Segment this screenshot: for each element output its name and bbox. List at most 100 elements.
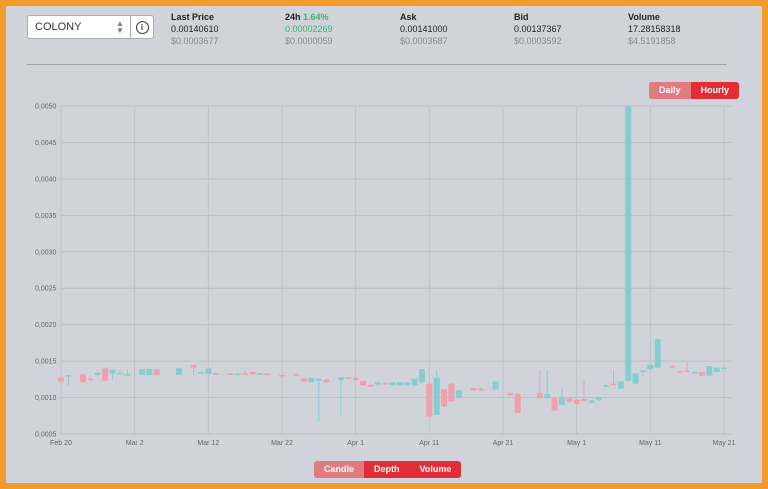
x-tick-label: Mar 2 xyxy=(126,440,144,447)
x-tick-label: Feb 20 xyxy=(50,440,72,447)
candle-body xyxy=(308,377,315,383)
candle-body xyxy=(249,372,256,375)
candle-body xyxy=(102,368,109,381)
y-tick-label: 0,0005 xyxy=(35,432,57,439)
candle-body xyxy=(588,400,595,403)
candle-body xyxy=(153,369,160,375)
candle-body xyxy=(109,369,116,374)
candle-body xyxy=(470,388,477,391)
volume-button[interactable]: Volume xyxy=(409,461,462,478)
candle-body xyxy=(197,372,204,374)
candle-body xyxy=(441,389,448,407)
view-toggle: Candle Depth Volume xyxy=(314,461,462,478)
candle-body xyxy=(514,393,521,413)
y-tick-label: 0,0030 xyxy=(35,249,57,256)
x-tick-label: Mar 22 xyxy=(271,440,293,447)
price-chart: 0,0050 0,0045 0,0040 0,0035 0,0030 0,0025 0,00… xyxy=(35,104,736,448)
candle-body xyxy=(610,383,617,386)
candle-body xyxy=(639,370,646,373)
candle-body xyxy=(323,379,330,383)
candle-body xyxy=(507,393,514,396)
candle-body xyxy=(558,397,565,405)
candle-body xyxy=(477,388,484,391)
candle-body xyxy=(404,382,411,386)
candle-body xyxy=(669,366,676,368)
candle-body xyxy=(256,373,263,376)
candle-body xyxy=(684,370,691,373)
candle-body xyxy=(293,374,300,376)
candle-body xyxy=(551,398,558,411)
candle-body xyxy=(175,368,182,375)
candle-body xyxy=(234,373,241,376)
candle-body xyxy=(581,399,588,402)
candle-body xyxy=(706,366,713,374)
candle-body xyxy=(433,377,440,416)
x-tick-label: Apr 21 xyxy=(493,440,514,447)
candle-body xyxy=(301,378,308,382)
candle-body xyxy=(58,377,64,382)
candle-body xyxy=(625,106,632,381)
y-tick-label: 0,0025 xyxy=(35,286,57,293)
candle-body xyxy=(492,381,499,390)
candle-body xyxy=(389,382,396,386)
candle-body xyxy=(205,368,212,375)
candle-body xyxy=(279,374,285,377)
candle-body xyxy=(566,398,573,402)
candle-body xyxy=(448,383,455,402)
candle-body xyxy=(367,385,374,387)
candle-body xyxy=(352,377,359,381)
candle-body xyxy=(721,367,727,370)
candle-body xyxy=(65,374,72,377)
y-tick-label: 0,0050 xyxy=(35,104,57,111)
y-tick-label: 0,0040 xyxy=(35,176,57,183)
candle-body xyxy=(603,385,610,387)
candle-button[interactable]: Candle xyxy=(314,461,365,478)
candle-body xyxy=(418,369,425,383)
y-tick-label: 0,0015 xyxy=(35,359,57,366)
candle-body xyxy=(654,339,661,368)
candle-body xyxy=(544,393,551,399)
candle-body xyxy=(455,390,462,398)
candle-body xyxy=(382,382,389,385)
candle-body xyxy=(94,372,101,375)
candle-body xyxy=(146,369,153,375)
candle-body xyxy=(536,393,543,399)
y-tick-label: 0,0035 xyxy=(35,213,57,220)
candle-body xyxy=(595,397,602,400)
candle-body xyxy=(264,373,271,376)
candle-body xyxy=(190,364,197,368)
candle-body xyxy=(573,399,580,405)
candle-body xyxy=(80,374,87,383)
candle-body xyxy=(116,372,123,375)
candle-body xyxy=(360,380,367,386)
candle-body xyxy=(315,378,322,381)
x-tick-label: May 11 xyxy=(639,440,662,447)
candle-body xyxy=(87,378,94,381)
x-tick-label: May 21 xyxy=(713,440,736,447)
candle-body xyxy=(617,381,624,389)
candle-body xyxy=(698,372,705,376)
candle-body xyxy=(713,367,720,373)
y-tick-label: 0,0045 xyxy=(35,140,57,147)
x-tick-label: Mar 12 xyxy=(197,440,219,447)
y-tick-label: 0,0010 xyxy=(35,395,57,402)
candle-body xyxy=(676,371,683,373)
candle-body xyxy=(426,383,433,417)
candle-body xyxy=(242,373,249,376)
candle-body xyxy=(374,382,381,385)
candle-body xyxy=(632,373,639,384)
x-tick-label: Apr 1 xyxy=(347,440,364,447)
candle-body xyxy=(345,377,352,379)
candle-body xyxy=(124,374,131,376)
y-tick-label: 0,0020 xyxy=(35,322,57,329)
candle-body xyxy=(396,382,403,386)
x-tick-label: Apr 11 xyxy=(419,440,439,447)
x-tick-label: May 1 xyxy=(567,440,586,447)
candle-body xyxy=(411,378,418,386)
candle-body xyxy=(212,373,219,376)
candle-body xyxy=(647,364,654,370)
candle-body xyxy=(227,373,234,376)
depth-button[interactable]: Depth xyxy=(364,461,410,478)
candle-body xyxy=(691,372,698,374)
candle-body xyxy=(337,377,344,381)
